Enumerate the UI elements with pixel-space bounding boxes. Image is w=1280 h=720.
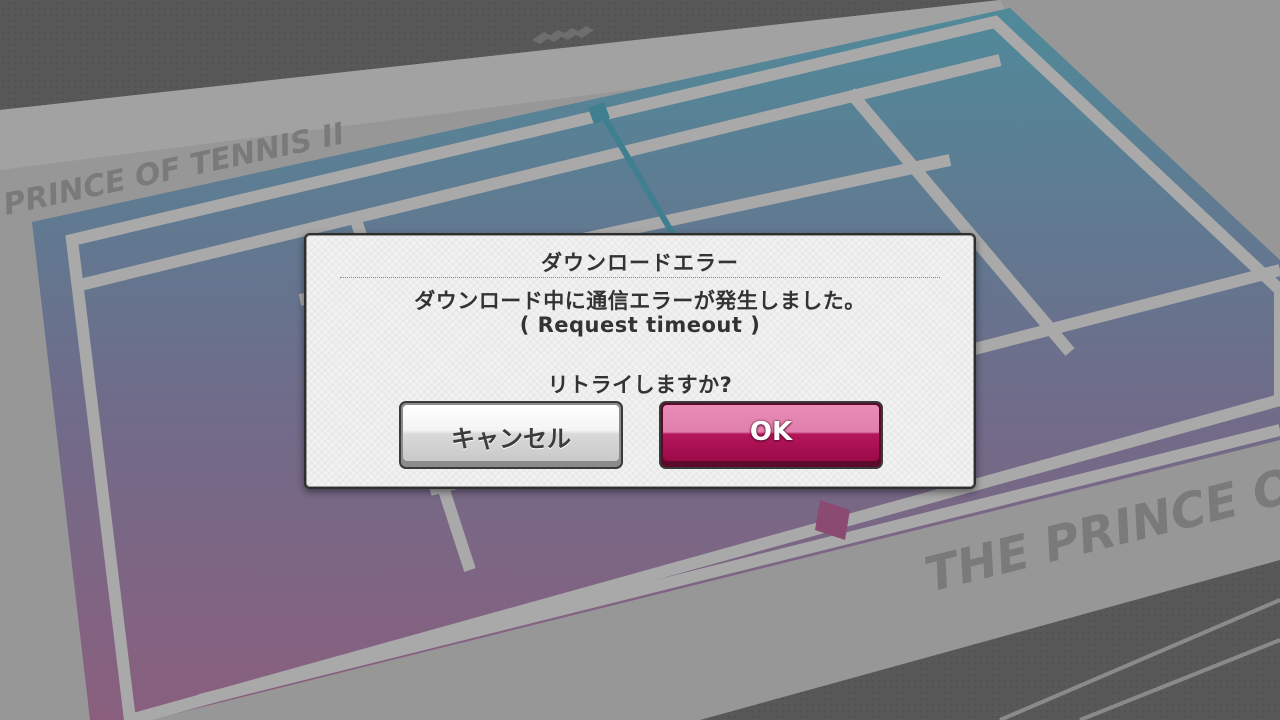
cancel-button[interactable]: キャンセル <box>399 401 623 469</box>
game-screen: PRINCE OF TENNIS II THE PRINCE OF TEN ダウ… <box>0 0 1280 720</box>
ok-button[interactable]: OK <box>659 401 883 469</box>
title-divider <box>340 277 940 278</box>
dialog-title: ダウンロードエラー <box>541 251 739 275</box>
error-detail: ( Request timeout ) <box>519 313 761 337</box>
cancel-button-label: キャンセル <box>451 425 571 453</box>
retry-prompt: リトライしますか? <box>547 373 733 397</box>
download-error-dialog: ダウンロードエラー ダウンロード中に通信エラーが発生しました。 ( Reques… <box>304 233 976 489</box>
error-message: ダウンロード中に通信エラーが発生しました。 <box>414 289 866 313</box>
ok-button-label: OK <box>749 417 793 447</box>
